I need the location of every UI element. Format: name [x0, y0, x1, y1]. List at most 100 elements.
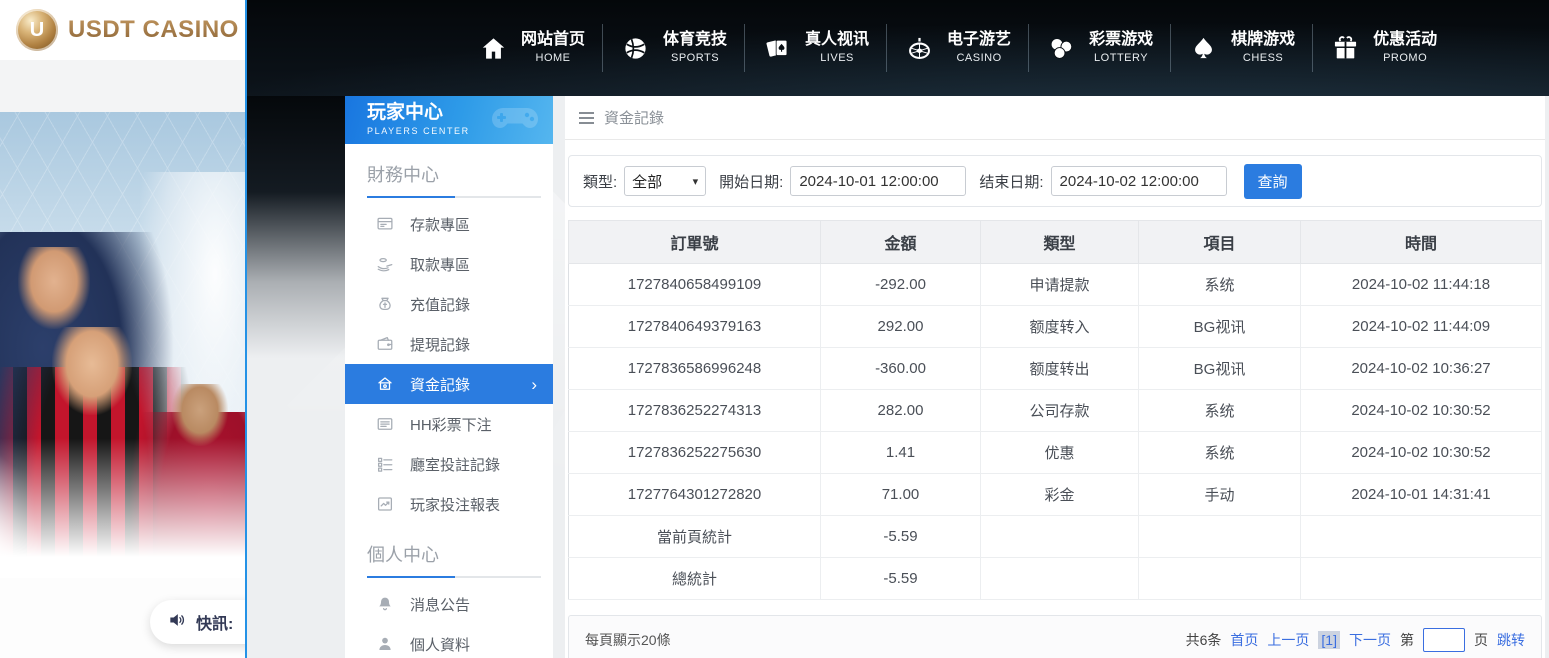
- deposit-icon: [375, 215, 394, 234]
- roulette-icon: [904, 33, 934, 63]
- nav-item-chess[interactable]: 棋牌游戏CHESS: [1170, 24, 1312, 72]
- chevron-down-icon: ▾: [693, 175, 699, 188]
- bet-report-icon: [375, 495, 394, 514]
- nav-sublabel: LOTTERY: [1094, 51, 1148, 65]
- start-date-input[interactable]: [790, 166, 966, 196]
- gamepad-icon: [489, 102, 541, 141]
- section-rule: [367, 576, 541, 578]
- top-nav: 网站首页HOME 体育竞技SPORTS 真人视讯LIVES 电子游艺CASINO…: [247, 0, 1549, 96]
- nav-item-home[interactable]: 网站首页HOME: [461, 24, 602, 72]
- cell-order-id: 1727840658499109: [569, 264, 821, 306]
- pagination-bar: 每頁顯示20條 共6条 首页 上一页 [1] 下一页 第 页 跳转: [568, 615, 1542, 658]
- cell-type: 公司存款: [981, 390, 1139, 432]
- type-select-value: 全部: [632, 171, 662, 192]
- funds-table: 訂單號 金額 類型 項目 時間 1727840658499109-292.00申…: [568, 220, 1542, 600]
- next-page-link[interactable]: 下一页: [1349, 630, 1391, 650]
- menu-icon[interactable]: [579, 112, 594, 124]
- withdraw-record-icon: [375, 335, 394, 354]
- sidebar-item-label: 消息公告: [410, 594, 470, 615]
- col-order-id: 訂單號: [569, 221, 821, 264]
- sidebar-item-bet-report[interactable]: 玩家投注報表: [345, 484, 553, 524]
- cell-amount: -292.00: [821, 264, 981, 306]
- nav-item-lives[interactable]: 真人视讯LIVES: [744, 24, 886, 72]
- type-select[interactable]: 全部 ▾: [624, 166, 706, 196]
- table-row: 172776430127282071.00彩金手动2024-10-01 14:3…: [569, 474, 1542, 516]
- player-head: [18, 247, 90, 329]
- cell-amount: 1.41: [821, 432, 981, 474]
- jump-link[interactable]: 跳转: [1497, 630, 1525, 650]
- section-title-finance: 財務中心: [345, 144, 553, 196]
- coin-u-icon: U: [16, 9, 58, 51]
- end-date-input[interactable]: [1051, 166, 1227, 196]
- start-date-label: 開始日期:: [719, 171, 783, 192]
- current-page[interactable]: [1]: [1318, 631, 1340, 649]
- cell-time: 2024-10-02 10:36:27: [1301, 348, 1542, 390]
- ticker-label: 快訊:: [196, 610, 233, 634]
- query-button[interactable]: 查詢: [1244, 164, 1302, 199]
- nav-sublabel: SPORTS: [671, 51, 719, 65]
- sidebar-item-recharge-record[interactable]: 充值記錄: [345, 284, 553, 324]
- cell-item: 手动: [1139, 474, 1301, 516]
- jump-suffix: 页: [1474, 630, 1488, 650]
- cell-time: 2024-10-02 11:44:18: [1301, 264, 1542, 306]
- speaker-icon: [167, 610, 187, 635]
- jump-page-input[interactable]: [1423, 628, 1465, 652]
- main-area: 网站首页HOME 体育竞技SPORTS 真人视讯LIVES 电子游艺CASINO…: [247, 0, 1549, 658]
- nav-label: 棋牌游戏: [1231, 30, 1295, 51]
- nav-label: 体育竞技: [663, 30, 727, 51]
- player-head: [172, 384, 228, 446]
- page-size-label: 每頁顯示20條: [585, 630, 671, 650]
- cell-item: BG视讯: [1139, 306, 1301, 348]
- pager: 共6条 首页 上一页 [1] 下一页 第 页 跳转: [1186, 628, 1525, 652]
- col-time: 時間: [1301, 221, 1542, 264]
- cell-item: 系统: [1139, 390, 1301, 432]
- bell-icon: [375, 595, 394, 614]
- home-icon: [478, 33, 508, 63]
- sidebar-item-label: 玩家投注報表: [410, 494, 500, 515]
- table-row: 1727840658499109-292.00申请提款系统2024-10-02 …: [569, 264, 1542, 306]
- col-amount: 金額: [821, 221, 981, 264]
- content-area: 玩家中心 PLAYERS CENTER 財務中心 存款專區 取款專區: [247, 96, 1549, 658]
- table-summary-row-page: 當前頁統計-5.59: [569, 516, 1542, 558]
- cell-amount: 71.00: [821, 474, 981, 516]
- table-row: 1727836586996248-360.00额度转出BG视讯2024-10-0…: [569, 348, 1542, 390]
- nav-item-sports[interactable]: 体育竞技SPORTS: [602, 24, 744, 72]
- cell-summary-label: 總統計: [569, 558, 821, 600]
- sidebar-item-profile[interactable]: 個人資料: [345, 624, 553, 658]
- nav-item-promo[interactable]: 优惠活动PROMO: [1312, 24, 1454, 72]
- sports-ball-icon: [620, 33, 650, 63]
- breadcrumb-title: 資金記錄: [604, 107, 664, 128]
- jump-prefix: 第: [1400, 630, 1414, 650]
- cell-amount: -5.59: [821, 558, 981, 600]
- sidebar-item-withdraw[interactable]: 取款專區: [345, 244, 553, 284]
- gift-icon: [1330, 33, 1360, 63]
- cell-amount: -5.59: [821, 516, 981, 558]
- sidebar-item-announcements[interactable]: 消息公告: [345, 584, 553, 624]
- cell-order-id: 1727836252275630: [569, 432, 821, 474]
- cell-type: 申请提款: [981, 264, 1139, 306]
- cell-type: 彩金: [981, 474, 1139, 516]
- sidebar: 玩家中心 PLAYERS CENTER 財務中心 存款專區 取款專區: [345, 96, 553, 658]
- logo[interactable]: U USDT CASINO: [0, 0, 245, 60]
- sidebar-item-room-bet-record[interactable]: 廳室投註記錄: [345, 444, 553, 484]
- sidebar-item-deposit[interactable]: 存款專區: [345, 204, 553, 244]
- first-page-link[interactable]: 首页: [1230, 630, 1258, 650]
- prev-page-link[interactable]: 上一页: [1267, 630, 1309, 650]
- filter-bar: 類型: 全部 ▾ 開始日期: 结束日期: 查詢: [568, 155, 1542, 207]
- page: U USDT CASINO 快訊: 网站首页HOME 体育竞技SPORTS 真人…: [0, 0, 1549, 658]
- cell-item: 系统: [1139, 264, 1301, 306]
- person-icon: [375, 635, 394, 654]
- cell-amount: 292.00: [821, 306, 981, 348]
- recharge-record-icon: [375, 295, 394, 314]
- sidebar-item-hh-lottery-bet[interactable]: HH彩票下注: [345, 404, 553, 444]
- sidebar-item-funds-record[interactable]: 資金記錄 ›: [345, 364, 553, 404]
- withdraw-icon: [375, 255, 394, 274]
- cell-time: 2024-10-02 10:30:52: [1301, 390, 1542, 432]
- cell-type: 优惠: [981, 432, 1139, 474]
- cell-type: 额度转出: [981, 348, 1139, 390]
- sidebar-item-withdraw-record[interactable]: 提現記錄: [345, 324, 553, 364]
- nav-item-casino[interactable]: 电子游艺CASINO: [886, 24, 1028, 72]
- nav-item-lottery[interactable]: 彩票游戏LOTTERY: [1028, 24, 1170, 72]
- cell-time: 2024-10-02 10:30:52: [1301, 432, 1542, 474]
- spade-icon: [1188, 33, 1218, 63]
